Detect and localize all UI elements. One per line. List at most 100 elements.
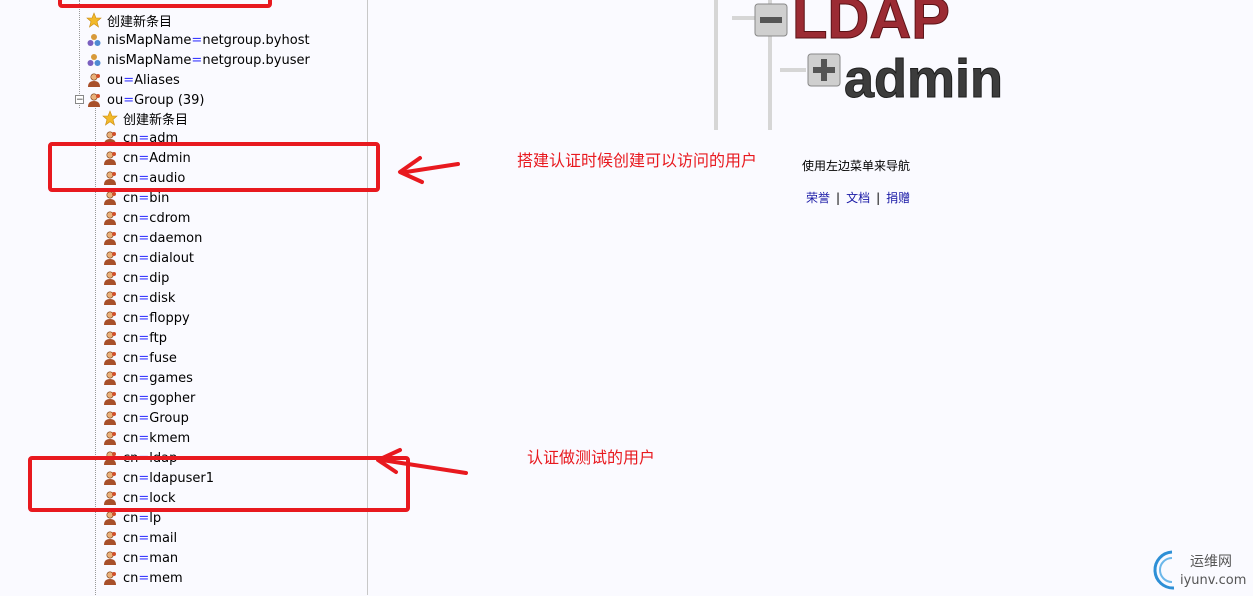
entry-attr: cn xyxy=(123,350,139,366)
logo-ldap-text: LDAP xyxy=(792,0,950,51)
tree-entry[interactable]: cn=kmem xyxy=(102,428,190,448)
group-icon xyxy=(104,551,116,565)
tree-connector xyxy=(79,0,80,108)
tree-entry[interactable]: nisMapName=netgroup.byuser xyxy=(86,50,310,70)
tree-entry[interactable]: cn=ftp xyxy=(102,328,167,348)
entry-value: lp xyxy=(149,510,162,526)
tree-entry[interactable]: cn=floppy xyxy=(102,308,190,328)
group-icon xyxy=(104,511,116,525)
entry-attr: cn xyxy=(123,270,139,286)
annotation-box-admin-audio xyxy=(48,142,380,192)
entry-label: cn=fuse xyxy=(123,350,177,366)
tree-entry[interactable]: ou=Aliases xyxy=(86,70,180,90)
minus-icon xyxy=(754,3,788,37)
group-icon xyxy=(104,431,116,445)
entry-attr: cn xyxy=(123,370,139,386)
entry-value: Group (39) xyxy=(134,92,205,108)
link-credits[interactable]: 荣誉 xyxy=(806,191,830,205)
annotation-note-1: 搭建认证时候创建可以访问的用户 xyxy=(517,151,758,170)
logo-admin-text: admin xyxy=(844,49,1003,109)
tree-entry[interactable]: cn=dip xyxy=(102,268,169,288)
entry-value: mail xyxy=(149,530,178,546)
entry-value: kmem xyxy=(149,430,191,446)
group-icon xyxy=(104,291,116,305)
create-entry-link[interactable]: 创建新条目 xyxy=(102,108,188,128)
star-icon xyxy=(102,110,118,126)
tree-entry[interactable]: cn=dialout xyxy=(102,248,194,268)
entry-label: cn=floppy xyxy=(123,310,190,326)
entry-label: cn=gopher xyxy=(123,390,196,406)
watermark-en: iyunv.com xyxy=(1180,573,1246,588)
entry-label: cn=mem xyxy=(123,570,183,586)
entry-attr: cn xyxy=(123,250,139,266)
tree-entry[interactable]: nisMapName=netgroup.byhost xyxy=(86,30,310,50)
link-donate[interactable]: 捐赠 xyxy=(886,191,910,205)
entry-value: games xyxy=(149,370,193,386)
watermark-cn: 运维网 xyxy=(1190,554,1232,570)
annotation-note-2: 认证做测试的用户 xyxy=(527,448,656,467)
create-entry-link[interactable]: 创建新条目 xyxy=(86,10,172,30)
entry-value: fuse xyxy=(149,350,177,366)
entry-attr: cn xyxy=(123,510,139,526)
entry-value: mem xyxy=(149,570,183,586)
group-icon xyxy=(104,391,116,405)
entry-attr: cn xyxy=(123,550,139,566)
tree-entry[interactable]: cn=cdrom xyxy=(102,208,190,228)
group-icon xyxy=(104,191,116,205)
tree-entry[interactable]: ou=Group (39) xyxy=(86,90,205,110)
tree-entry[interactable]: cn=Group xyxy=(102,408,189,428)
link-docs[interactable]: 文档 xyxy=(846,191,870,205)
entry-label: cn=daemon xyxy=(123,230,203,246)
entry-attr: cn xyxy=(123,390,139,406)
group-icon xyxy=(104,331,116,345)
tree-entry[interactable]: cn=games xyxy=(102,368,193,388)
entry-attr: ou xyxy=(107,92,124,108)
entry-attr: ou xyxy=(107,72,124,88)
group-icon xyxy=(104,251,116,265)
entry-attr: cn xyxy=(123,430,139,446)
entry-value: netgroup.byhost xyxy=(202,32,310,48)
tree-entry[interactable]: cn=man xyxy=(102,548,178,568)
entry-value: dialout xyxy=(149,250,195,266)
entry-attr: cn xyxy=(123,190,139,206)
entry-label: cn=games xyxy=(123,370,193,386)
watermark-logo-icon: 运维网 iyunv.com xyxy=(1153,550,1246,590)
entry-value: dip xyxy=(149,270,170,286)
entry-attr: cn xyxy=(123,290,139,306)
ldap-admin-logo: LDAP admin xyxy=(714,0,1004,130)
entry-label: ou=Group (39) xyxy=(107,92,205,108)
entry-attr: cn xyxy=(123,230,139,246)
entry-value: Aliases xyxy=(134,72,180,88)
entry-value: bin xyxy=(149,190,170,206)
entry-label: nisMapName=netgroup.byhost xyxy=(107,32,310,48)
collapse-group-toggle[interactable]: − xyxy=(75,95,84,105)
group-icon xyxy=(104,271,116,285)
group-icon xyxy=(104,351,116,365)
entry-attr: cn xyxy=(123,330,139,346)
entry-label: cn=mail xyxy=(123,530,178,546)
star-icon xyxy=(86,12,102,28)
entry-label: nisMapName=netgroup.byuser xyxy=(107,52,310,68)
group-icon xyxy=(104,231,116,245)
entry-label: cn=Group xyxy=(123,410,189,426)
tree-entry[interactable]: cn=mem xyxy=(102,568,183,588)
entry-value: netgroup.byuser xyxy=(202,52,310,68)
tree-entry[interactable]: cn=fuse xyxy=(102,348,177,368)
entry-value: man xyxy=(149,550,179,566)
group-icon xyxy=(104,571,116,585)
tree-entry[interactable]: cn=disk xyxy=(102,288,175,308)
nav-hint: 使用左边菜单来导航 xyxy=(802,159,911,173)
entry-value: cdrom xyxy=(149,210,191,226)
entry-attr: cn xyxy=(123,210,139,226)
tree-entry[interactable]: cn=gopher xyxy=(102,388,195,408)
annotation-top-box xyxy=(58,0,272,8)
entry-attr: cn xyxy=(123,570,139,586)
annotation-arrow-1 xyxy=(398,156,460,184)
tree-entry[interactable]: cn=daemon xyxy=(102,228,202,248)
tree-entry[interactable]: cn=mail xyxy=(102,528,177,548)
entry-label: cn=lp xyxy=(123,510,162,526)
annotation-arrow-2 xyxy=(376,448,468,475)
entry-attr: cn xyxy=(123,410,139,426)
entry-label: cn=ftp xyxy=(123,330,167,346)
group-icon xyxy=(104,411,116,425)
